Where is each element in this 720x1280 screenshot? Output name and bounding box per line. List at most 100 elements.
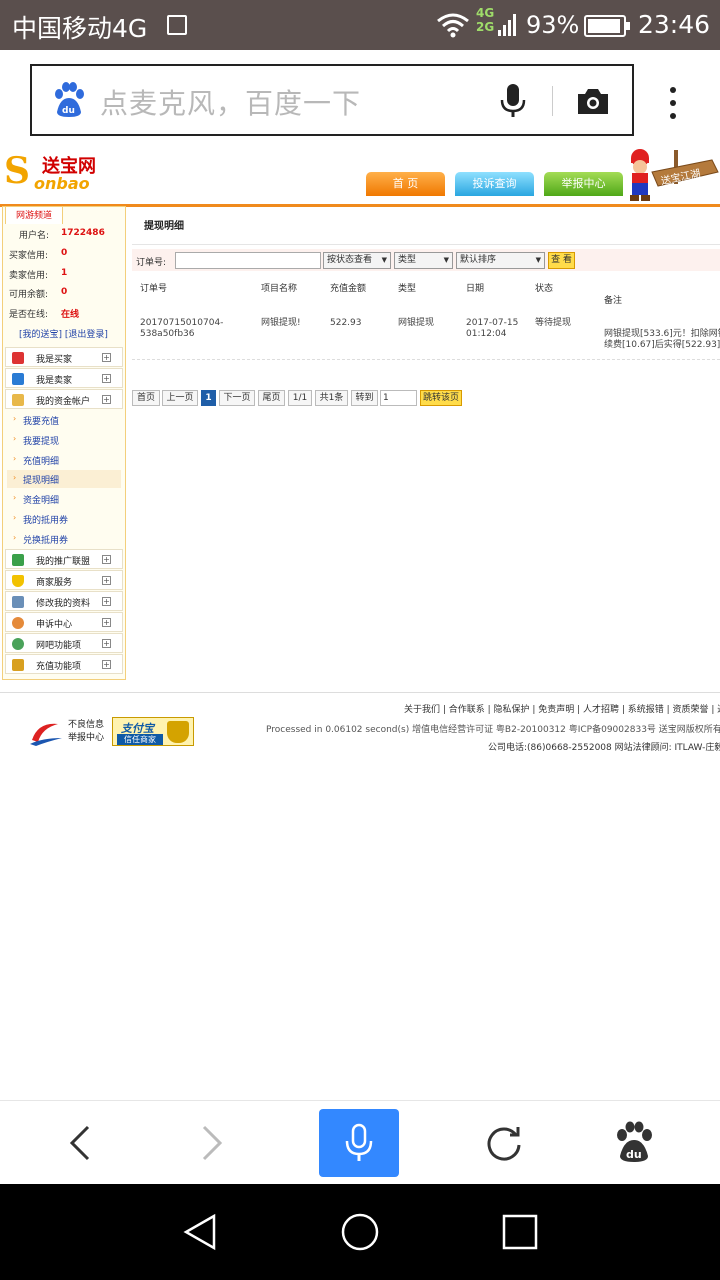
nav-recent-apps-icon[interactable]: [502, 1214, 538, 1250]
pager-next[interactable]: 下一页: [219, 390, 255, 406]
sidebar-sub-my-coupons[interactable]: › 我的抵用券: [7, 510, 121, 528]
sidebar-item-seller[interactable]: 我是卖家 +: [5, 368, 123, 388]
sidebar-item-appeal[interactable]: 申诉中心 +: [5, 612, 123, 632]
expand-icon[interactable]: +: [102, 639, 111, 648]
footer-processed: Processed in 0.06102 second(s) 增值电信经营许可证…: [266, 725, 720, 735]
expand-icon[interactable]: +: [102, 660, 111, 669]
alipay-trusted-badge[interactable]: 支付宝 信任商家: [112, 717, 194, 746]
cell-status: 等待提现: [535, 318, 572, 328]
expand-icon[interactable]: +: [102, 618, 111, 627]
status-select[interactable]: 按状态查看 ▼: [323, 252, 391, 269]
col-header-date: 日期: [466, 284, 485, 294]
sidebar-tab[interactable]: 网游频道: [5, 206, 63, 224]
view-button[interactable]: 查 看: [548, 252, 575, 269]
sidebar-item-merchant[interactable]: 商家服务 +: [5, 570, 123, 590]
pager-current[interactable]: 1: [201, 390, 216, 406]
globe-icon: [12, 638, 24, 650]
cell-order-number: 20170715010704- 538a50fb36: [140, 318, 224, 339]
sort-select[interactable]: 默认排序 ▼: [456, 252, 545, 269]
site-logo[interactable]: S 送宝网 onbao: [4, 150, 112, 194]
arrow-icon: ›: [13, 473, 17, 482]
footer-links[interactable]: 关于我们 | 合作联系 | 隐私保护 | 免责声明 | 人才招聘 | 系统报错 …: [404, 702, 720, 715]
svg-text:du: du: [626, 1148, 642, 1161]
sidebar: 网游频道 用户名: 1722486 买家信用: 0 卖家信用: 1 可用余额: 0 是否…: [2, 206, 126, 680]
row-divider: [132, 359, 720, 360]
sidebar-sub-recharge-detail[interactable]: › 充值明细: [7, 451, 121, 469]
pager-goto-label: 转到: [351, 390, 378, 406]
shield-icon: [167, 721, 189, 743]
search-divider: [552, 86, 553, 116]
nav-back-icon[interactable]: [180, 1212, 220, 1252]
expand-icon[interactable]: +: [102, 374, 111, 383]
expand-icon[interactable]: +: [102, 597, 111, 606]
coins-icon: [12, 659, 24, 671]
camera-icon[interactable]: [576, 86, 610, 116]
sidebar-item-affiliate[interactable]: 我的推广联盟 +: [5, 549, 123, 569]
cell-amount: 522.93: [330, 318, 362, 328]
nav-home-icon[interactable]: [340, 1212, 380, 1252]
pager-last[interactable]: 尾页: [258, 390, 285, 406]
carrier-label: 中国移动4G: [12, 14, 148, 43]
sidebar-sub-fund-detail[interactable]: › 资金明细: [7, 490, 121, 508]
col-header-item: 项目名称: [261, 284, 298, 294]
balance-value: 0: [61, 287, 68, 297]
pager-pages: 1/1: [288, 390, 312, 406]
sidebar-sub-redeem-coupons[interactable]: › 兑换抵用券: [7, 530, 121, 548]
order-number-label: 订单号:: [136, 258, 167, 268]
sidebar-item-buyer[interactable]: 我是买家 +: [5, 347, 123, 367]
baidu-paw-icon: du: [55, 82, 84, 117]
nav-home-tab[interactable]: 首 页: [366, 172, 445, 196]
type-select[interactable]: 类型 ▼: [394, 252, 453, 269]
pager-goto-input[interactable]: 1: [380, 390, 417, 406]
arrow-icon: ›: [13, 513, 17, 522]
search-input[interactable]: du 点麦克风，百度一下: [30, 64, 634, 136]
nav-report-tab[interactable]: 举报中心: [544, 172, 623, 196]
sidebar-sub-withdraw-detail[interactable]: › 提现明细: [7, 470, 121, 488]
voice-search-button[interactable]: [319, 1109, 399, 1177]
network-icon: [12, 554, 24, 566]
refresh-icon[interactable]: [484, 1123, 524, 1163]
expand-icon[interactable]: +: [102, 395, 111, 404]
expand-icon[interactable]: +: [102, 353, 111, 362]
col-header-amount: 充值金额: [330, 284, 367, 294]
report-center-badge[interactable]: 不良信息 举报中心: [28, 716, 106, 748]
back-icon[interactable]: [62, 1123, 98, 1163]
wifi-icon: [437, 13, 469, 38]
pager-prev[interactable]: 上一页: [162, 390, 198, 406]
microphone-icon: [345, 1123, 373, 1161]
search-placeholder: 点麦克风，百度一下: [100, 87, 362, 120]
pager-first[interactable]: 首页: [132, 390, 160, 406]
account-links[interactable]: [我的送宝] [退出登录]: [19, 327, 108, 340]
more-menu-icon[interactable]: [668, 86, 678, 120]
sidebar-item-fund-account[interactable]: 我的资金帐户 +: [5, 389, 123, 409]
arrow-icon: ›: [13, 434, 17, 443]
buyer-icon: [12, 352, 24, 364]
footer-divider: [0, 692, 720, 693]
sidebar-item-netbar[interactable]: 网吧功能项 +: [5, 633, 123, 653]
caret-down-icon: ▼: [443, 256, 449, 264]
cell-type: 网银提现: [398, 318, 435, 328]
pager-jump-button[interactable]: 跳转该页: [420, 390, 462, 406]
expand-icon[interactable]: +: [102, 555, 111, 564]
profile-card-icon: [12, 596, 24, 608]
sidebar-sub-recharge[interactable]: › 我要充值: [7, 411, 121, 429]
sidebar-sub-withdraw[interactable]: › 我要提现: [7, 431, 121, 449]
battery-icon: [584, 15, 630, 37]
svg-text:du: du: [62, 106, 75, 116]
expand-icon[interactable]: +: [102, 576, 111, 585]
sidebar-item-recharge-features[interactable]: 充值功能项 +: [5, 654, 123, 674]
col-header-note: 备注: [604, 296, 623, 306]
buyer-credit-value: 0: [61, 248, 68, 258]
filter-bar: 订单号: 按状态查看 ▼ 类型 ▼ 默认排序 ▼ 查 看: [132, 249, 720, 271]
baidu-home-icon[interactable]: du: [614, 1121, 654, 1163]
sidebar-item-edit-profile[interactable]: 修改我的资料 +: [5, 591, 123, 611]
col-header-type: 类型: [398, 284, 417, 294]
microphone-icon[interactable]: [500, 84, 526, 118]
nav-complaint-tab[interactable]: 投诉查询: [455, 172, 534, 196]
seller-credit-value: 1: [61, 268, 68, 278]
order-number-input[interactable]: [175, 252, 321, 269]
status-bar: 中国移动4G 4G 2G 93% 23:46: [0, 0, 720, 50]
forward-icon[interactable]: [194, 1123, 230, 1163]
browser-search-area: du 点麦克风，百度一下: [0, 50, 720, 140]
caret-down-icon: ▼: [535, 256, 541, 264]
